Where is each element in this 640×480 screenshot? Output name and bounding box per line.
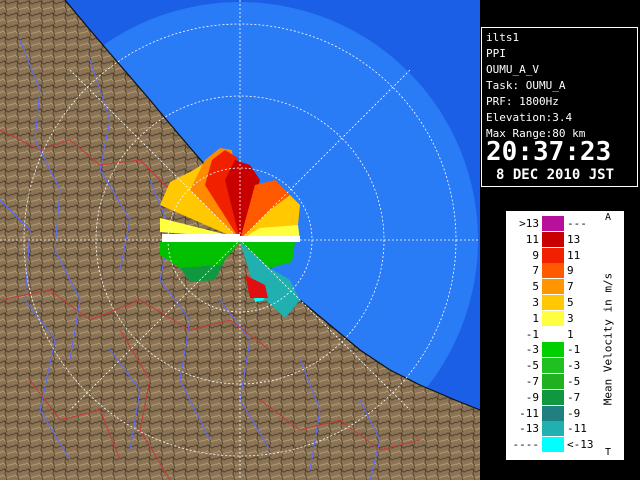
radar-info-panel: ilts1 PPI OUMU_A_V Task: OUMU_A PRF: 180… <box>481 27 638 187</box>
scale-swatch <box>542 247 564 263</box>
scale-low-label: -7 <box>525 375 539 388</box>
scale-high-label: 5 <box>567 296 574 309</box>
scale-swatch <box>542 421 564 437</box>
task-name: Task: OUMU_A <box>486 79 566 92</box>
radar-ppi-map[interactable] <box>0 0 480 480</box>
scan-date: 8 DEC 2010 JST <box>496 167 615 183</box>
scale-high-label: 1 <box>567 327 574 341</box>
scale-high-label: <-13 <box>567 438 594 452</box>
scale-high-label: -11 <box>567 422 587 436</box>
scale-swatch <box>542 437 564 453</box>
scale-low-label: 9 <box>532 248 539 262</box>
scale-corner-bottom: T <box>605 447 612 458</box>
scale-swatch <box>542 263 564 279</box>
scale-swatch <box>542 358 564 374</box>
scale-title: Mean Velocity in m/s <box>601 272 615 405</box>
scale-high-label: 3 <box>567 311 574 325</box>
scale-swatch <box>542 342 564 358</box>
scale-corner-top: A <box>605 212 612 223</box>
scale-high-label: -5 <box>567 375 581 388</box>
scale-high-label: 13 <box>567 232 581 246</box>
scale-low-label: -13 <box>519 422 539 436</box>
scale-high-label: --- <box>567 217 587 230</box>
station-id: ilts1 <box>486 31 520 44</box>
prf-value: PRF: 1800Hz <box>486 95 559 108</box>
scale-swatch <box>542 389 564 405</box>
scan-mode: PPI <box>486 47 506 60</box>
radar-site <box>238 238 242 242</box>
scale-swatch <box>542 310 564 326</box>
scale-low-label: 3 <box>532 296 539 309</box>
scale-swatch <box>542 216 564 231</box>
scale-low-label: >13 <box>519 217 539 230</box>
scale-high-label: -9 <box>567 406 581 420</box>
scale-low-label: ---- <box>512 438 540 452</box>
scale-high-label: -3 <box>567 359 581 373</box>
scale-low-label: -11 <box>519 406 539 420</box>
scale-swatch <box>542 374 564 389</box>
scale-high-label: 11 <box>567 248 581 262</box>
scale-unit-label: Mean Velocity in m/s <box>599 231 617 446</box>
scale-low-label: 5 <box>532 280 539 294</box>
scale-swatch <box>542 231 564 247</box>
velocity-color-scale: >13 --- 11 13 9 11 7 9 5 7 3 5 1 3 -1 1 -3 -1 -5 -3 -7 -5 -9 -7… <box>505 210 625 461</box>
scale-swatch <box>542 326 564 342</box>
scale-high-label: 7 <box>567 280 574 294</box>
scale-high-label: 9 <box>567 264 574 278</box>
scale-low-label: -5 <box>525 359 539 373</box>
product-name: OUMU_A_V <box>486 63 539 76</box>
scan-time: 20:37:23 <box>486 137 612 167</box>
scale-swatch <box>542 295 564 310</box>
scale-high-label: -1 <box>567 343 581 357</box>
scale-swatch <box>542 279 564 295</box>
scale-low-label: -1 <box>525 327 539 341</box>
scale-low-label: 7 <box>532 264 539 278</box>
elevation-value: Elevation:3.4 <box>486 111 573 124</box>
scale-high-label: -7 <box>567 390 581 404</box>
scale-low-label: -3 <box>525 343 539 357</box>
scale-low-label: 11 <box>525 232 539 246</box>
scale-low-label: -9 <box>525 390 539 404</box>
scale-low-label: 1 <box>532 311 539 325</box>
scale-swatch <box>542 405 564 421</box>
